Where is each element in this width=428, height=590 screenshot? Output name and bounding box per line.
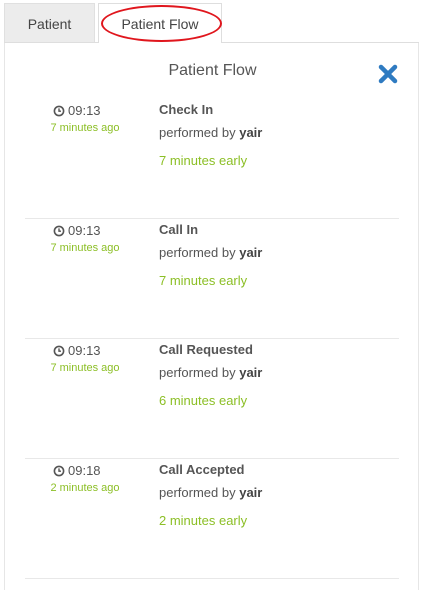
list-item: 09:13 7 minutes ago Check In performed b… — [25, 99, 399, 219]
clock-icon — [53, 105, 65, 116]
entry-early: 6 minutes early — [159, 393, 248, 408]
tab-patient-flow-label: Patient Flow — [121, 15, 199, 32]
close-icon[interactable] — [377, 63, 399, 85]
entry-early: 7 minutes early — [159, 273, 248, 288]
entry-ago: 7 minutes ago — [50, 362, 120, 374]
list-item: 09:18 2 minutes ago Call Accepted perfor… — [25, 459, 399, 579]
list-item: 09:13 7 minutes ago Call Requested perfo… — [25, 339, 399, 459]
entry-performed-by: performed by yair — [159, 485, 262, 500]
entry-time-value: 09:13 — [68, 223, 101, 238]
performed-prefix: performed by — [159, 245, 236, 260]
entry-action: Call Requested — [159, 342, 253, 357]
performed-prefix: performed by — [159, 365, 236, 380]
entry-time-value: 09:18 — [68, 463, 101, 478]
entry-ago: 7 minutes ago — [50, 122, 120, 134]
entry-time-value: 09:13 — [68, 103, 101, 118]
entry-time-value: 09:13 — [68, 343, 101, 358]
entry-early: 7 minutes early — [159, 153, 248, 168]
entry-ago: 2 minutes ago — [50, 482, 120, 494]
clock-icon — [53, 225, 65, 236]
entry-time: 09:13 — [53, 223, 101, 238]
patient-flow-panel: Patient Flow 09:13 7 minutes ago Check I… — [4, 43, 419, 590]
performed-prefix: performed by — [159, 125, 236, 140]
entry-time: 09:13 — [53, 343, 101, 358]
performed-prefix: performed by — [159, 485, 236, 500]
tab-patient[interactable]: Patient — [4, 3, 95, 43]
performer: yair — [239, 365, 263, 380]
entry-performed-by: performed by yair — [159, 245, 262, 260]
entry-early: 2 minutes early — [159, 513, 248, 528]
entry-ago: 7 minutes ago — [50, 242, 120, 254]
tab-patient-flow[interactable]: Patient Flow — [98, 3, 222, 43]
entry-time: 09:13 — [53, 103, 101, 118]
entry-action: Call Accepted — [159, 462, 245, 477]
entry-action: Check In — [159, 102, 214, 117]
clock-icon — [53, 465, 65, 476]
performer: yair — [239, 485, 263, 500]
entry-action: Call In — [159, 222, 199, 237]
tab-patient-label: Patient — [27, 15, 72, 32]
performer: yair — [239, 245, 263, 260]
entry-time: 09:18 — [53, 463, 101, 478]
tab-bar: Patient Patient Flow — [0, 0, 428, 43]
panel-title: Patient Flow — [168, 62, 257, 79]
list-item: 09:13 7 minutes ago Call In performed by… — [25, 219, 399, 339]
flow-entries: 09:13 7 minutes ago Check In performed b… — [25, 99, 399, 579]
entry-performed-by: performed by yair — [159, 125, 262, 140]
performer: yair — [239, 125, 263, 140]
clock-icon — [53, 345, 65, 356]
entry-performed-by: performed by yair — [159, 365, 262, 380]
